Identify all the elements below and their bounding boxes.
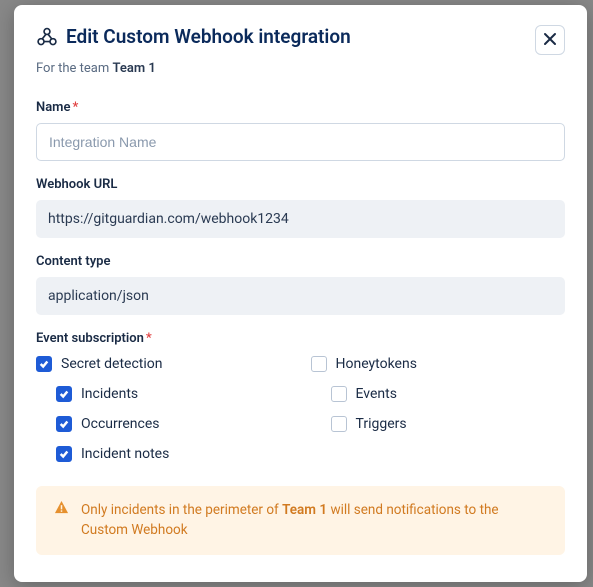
checkbox-icon (36, 356, 52, 372)
checkbox-icon (331, 386, 347, 402)
edit-webhook-modal: Edit Custom Webhook integration For the … (14, 5, 587, 582)
webhook-url-field-group: Webhook URL https://gitguardian.com/webh… (36, 177, 565, 238)
checkbox-incidents[interactable]: Incidents (36, 386, 291, 402)
checkbox-events[interactable]: Events (311, 386, 566, 402)
event-label-text: Event subscription (36, 331, 144, 346)
webhook-url-value: https://gitguardian.com/webhook1234 (36, 200, 565, 238)
form: Name* Webhook URL https://gitguardian.co… (36, 100, 565, 582)
alert-prefix: Only incidents in the perimeter of (81, 502, 282, 518)
checkbox-label: Triggers (356, 416, 407, 432)
name-field-group: Name* (36, 100, 565, 161)
modal-subtitle: For the team Team 1 (36, 61, 565, 76)
title-wrap: Edit Custom Webhook integration (36, 25, 351, 48)
checkbox-label: Events (356, 386, 397, 402)
event-subscription-section: Event subscription* Secret detection Inc… (36, 331, 565, 476)
checkbox-icon (311, 356, 327, 372)
event-col-secret-detection: Secret detection Incidents Occurrences I… (36, 356, 291, 476)
modal-header: Edit Custom Webhook integration (36, 25, 565, 55)
alert-text: Only incidents in the perimeter of Team … (81, 500, 547, 541)
webhook-icon (36, 26, 58, 48)
event-columns: Secret detection Incidents Occurrences I… (36, 356, 565, 476)
alert-team: Team 1 (282, 502, 327, 518)
name-label-text: Name (36, 100, 70, 115)
required-asterisk: * (72, 100, 78, 115)
webhook-url-label: Webhook URL (36, 177, 565, 192)
checkbox-secret-detection[interactable]: Secret detection (36, 356, 291, 372)
content-type-value: application/json (36, 277, 565, 315)
checkbox-occurrences[interactable]: Occurrences (36, 416, 291, 432)
checkbox-label: Honeytokens (336, 356, 417, 372)
checkbox-label: Incidents (81, 386, 138, 402)
checkbox-incident-notes[interactable]: Incident notes (36, 446, 291, 462)
checkbox-honeytokens[interactable]: Honeytokens (311, 356, 566, 372)
checkbox-icon (56, 386, 72, 402)
event-subscription-label: Event subscription* (36, 331, 565, 346)
checkbox-label: Secret detection (61, 356, 163, 372)
name-input[interactable] (36, 123, 565, 161)
content-type-label: Content type (36, 254, 565, 269)
warning-icon (54, 500, 69, 515)
subtitle-team: Team 1 (112, 61, 155, 76)
subtitle-prefix: For the team (36, 61, 112, 76)
event-col-honeytokens: Honeytokens Events Triggers (311, 356, 566, 476)
checkbox-label: Incident notes (81, 446, 169, 462)
checkbox-icon (56, 446, 72, 462)
checkbox-label: Occurrences (81, 416, 160, 432)
name-label: Name* (36, 100, 565, 115)
required-asterisk: * (146, 331, 152, 346)
alert-box: Only incidents in the perimeter of Team … (36, 486, 565, 555)
close-button[interactable] (535, 25, 565, 55)
modal-title: Edit Custom Webhook integration (66, 25, 351, 48)
checkbox-triggers[interactable]: Triggers (311, 416, 566, 432)
close-icon (543, 32, 557, 49)
checkbox-icon (331, 416, 347, 432)
content-type-field-group: Content type application/json (36, 254, 565, 315)
checkbox-icon (56, 416, 72, 432)
